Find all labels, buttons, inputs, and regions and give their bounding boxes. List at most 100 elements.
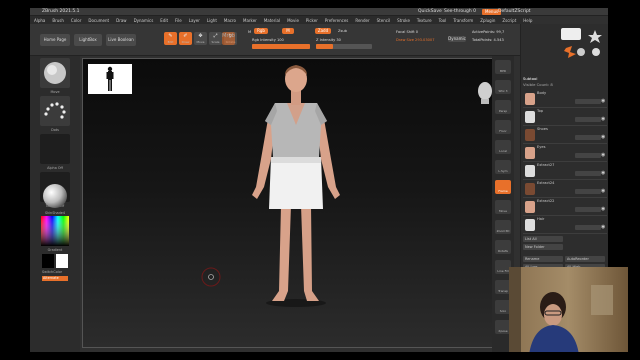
- m-mode-toggle[interactable]: M: [282, 28, 294, 34]
- subtool-row[interactable]: Body ◉: [523, 90, 607, 108]
- tool-thumbnails[interactable]: [523, 26, 607, 66]
- tool-scale-button[interactable]: ⤢ Scale: [209, 32, 222, 45]
- subtool-row[interactable]: Extract27 ◉: [523, 162, 607, 180]
- shelf-persp-button[interactable]: Persp: [495, 100, 511, 114]
- menu-file[interactable]: File: [175, 18, 182, 23]
- draw-size-label[interactable]: Draw Size 293.03007: [396, 38, 434, 42]
- m-toggle[interactable]: M: [248, 30, 251, 34]
- menu-draw[interactable]: Draw: [116, 18, 126, 23]
- subtool-visibility-toggle[interactable]: [575, 225, 601, 230]
- brush-selector[interactable]: [40, 58, 70, 88]
- subtool-visibility-toggle[interactable]: [575, 99, 601, 104]
- shelf-floor-button[interactable]: Floor: [495, 120, 511, 134]
- eye-icon[interactable]: ◉: [601, 98, 605, 104]
- dynamic-button[interactable]: Dynamic: [448, 36, 466, 42]
- mrgb-button[interactable]: Mrgb: [222, 32, 235, 45]
- eye-icon[interactable]: ◉: [601, 224, 605, 230]
- subtool-row[interactable]: Shoes ◉: [523, 126, 607, 144]
- menu-brush[interactable]: Brush: [52, 18, 64, 23]
- subtool-visibility-toggle[interactable]: [575, 171, 601, 176]
- subtool-visibility-toggle[interactable]: [575, 153, 601, 158]
- subtool-visibility-toggle[interactable]: [575, 207, 601, 212]
- lightbox-button[interactable]: LightBox: [74, 34, 102, 46]
- menu-material[interactable]: Material: [264, 18, 280, 23]
- default-zscript[interactable]: DefaultZScript: [498, 9, 531, 14]
- zadd-toggle[interactable]: Zadd: [315, 28, 331, 34]
- main-color-swatch[interactable]: [42, 254, 54, 268]
- tool-edit-button[interactable]: ✎ Edit: [164, 32, 177, 45]
- menu-render[interactable]: Render: [355, 18, 369, 23]
- menu-light[interactable]: Light: [207, 18, 217, 23]
- eye-icon[interactable]: ◉: [601, 134, 605, 140]
- alpha-selector[interactable]: [40, 134, 70, 164]
- menu-marker[interactable]: Marker: [243, 18, 257, 23]
- secondary-color-swatch[interactable]: [56, 254, 68, 268]
- home-page-button[interactable]: Home Page: [40, 34, 70, 46]
- rename-button[interactable]: Rename: [523, 256, 563, 262]
- menu-zscript[interactable]: Zscript: [502, 18, 516, 23]
- subtool-visibility-toggle[interactable]: [575, 189, 601, 194]
- rgb-toggle[interactable]: Rgb: [254, 28, 268, 34]
- menu-help[interactable]: Help: [523, 18, 532, 23]
- alternate-button[interactable]: Alternate: [42, 276, 68, 281]
- subtool-visibility-toggle[interactable]: [575, 117, 601, 122]
- menu-preferences[interactable]: Preferences: [325, 18, 349, 23]
- stroke-selector[interactable]: [40, 96, 70, 126]
- eye-icon[interactable]: ◉: [601, 116, 605, 122]
- menu-tool[interactable]: Tool: [439, 18, 447, 23]
- rgb-intensity-slider[interactable]: [252, 44, 310, 49]
- live-boolean-button[interactable]: Live Boolean: [106, 34, 136, 46]
- subtool-thumbnail: [525, 129, 535, 141]
- focal-shift-label[interactable]: Focal Shift 0: [396, 30, 418, 34]
- menu-color[interactable]: Color: [71, 18, 81, 23]
- switch-color-button[interactable]: SwitchColor: [30, 270, 80, 274]
- see-through-slider[interactable]: See-through 0: [444, 9, 476, 14]
- shelf-move-button[interactable]: Move: [495, 200, 511, 214]
- menu-dynamics[interactable]: Dynamics: [134, 18, 154, 23]
- material-selector[interactable]: [40, 182, 70, 210]
- material-label: SkinShade4: [45, 211, 65, 215]
- subtool-visibility-toggle[interactable]: [575, 135, 601, 140]
- eye-icon[interactable]: ◉: [601, 152, 605, 158]
- zsub-toggle[interactable]: Zsub: [338, 29, 347, 33]
- edit-icon: ✎: [168, 33, 173, 39]
- subtool-row[interactable]: Top ◉: [523, 108, 607, 126]
- menu-stencil[interactable]: Stencil: [377, 18, 391, 23]
- shelf-zoom3d-button[interactable]: Zoom3D: [495, 220, 511, 234]
- subtool-row[interactable]: Eyes ◉: [523, 144, 607, 162]
- tool-move-button[interactable]: ✥ Move: [194, 32, 207, 45]
- female-figure-model[interactable]: [252, 65, 340, 307]
- menu-texture[interactable]: Texture: [417, 18, 432, 23]
- menu-movie[interactable]: Movie: [287, 18, 299, 23]
- menu-alpha[interactable]: Alpha: [34, 18, 45, 23]
- subtool-row[interactable]: Extract22 ◉: [523, 198, 607, 216]
- shelf-spix-3-button[interactable]: SPix 3: [495, 80, 511, 94]
- tool-draw-button[interactable]: ✐ Draw: [179, 32, 192, 45]
- shelf-l-sym-button[interactable]: L.Sym: [495, 160, 511, 174]
- shelf-rotate-button[interactable]: RotaTe: [495, 240, 511, 254]
- eye-icon[interactable]: ◉: [601, 188, 605, 194]
- eye-icon[interactable]: ◉: [601, 170, 605, 176]
- menu-edit[interactable]: Edit: [160, 18, 168, 23]
- shelf-local-button[interactable]: Local: [495, 140, 511, 154]
- shelf-frame-button[interactable]: Frame: [495, 180, 511, 194]
- document-canvas[interactable]: [82, 58, 512, 348]
- subtool-row[interactable]: Extract24 ◉: [523, 180, 607, 198]
- eye-icon[interactable]: ◉: [601, 206, 605, 212]
- menu-picker[interactable]: Picker: [306, 18, 318, 23]
- active-points: ActivePoints: 99,7: [472, 30, 505, 34]
- list-all-button[interactable]: List All: [523, 236, 563, 242]
- color-picker[interactable]: [41, 216, 69, 246]
- menu-macro[interactable]: Macro: [224, 18, 236, 23]
- subtool-row[interactable]: Hair ◉: [523, 216, 607, 234]
- menu-transform[interactable]: Transform: [453, 18, 473, 23]
- menu-layer[interactable]: Layer: [189, 18, 200, 23]
- menu-document[interactable]: Document: [88, 18, 109, 23]
- new-folder-button[interactable]: New Folder: [523, 244, 563, 250]
- menu-stroke[interactable]: Stroke: [397, 18, 410, 23]
- z-intensity-slider[interactable]: [316, 44, 372, 49]
- menu-zplugin[interactable]: Zplugin: [480, 18, 495, 23]
- shelf-bpr-button[interactable]: BPR: [495, 60, 511, 74]
- quicksave-button[interactable]: QuickSave: [418, 9, 442, 14]
- auto-reorder-button[interactable]: AutoReorder: [565, 256, 605, 262]
